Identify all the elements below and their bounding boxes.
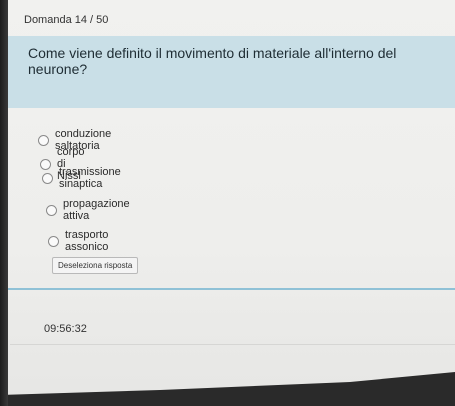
quiz-screen: Domanda 14 / 50 Come viene definito il m… (0, 0, 455, 395)
countdown-timer: 09:56:32 (44, 323, 87, 335)
option-trasporto-assonico[interactable]: trasporto assonico (48, 229, 108, 253)
footer-separator (10, 344, 455, 345)
radio-button[interactable] (48, 235, 59, 247)
question-counter: Domanda 14 / 50 (24, 14, 109, 26)
section-divider (8, 288, 455, 290)
radio-button[interactable] (46, 204, 57, 216)
option-trasmissione-sinaptica[interactable]: trasmissione sinaptica (42, 166, 121, 190)
option-propagazione-attiva[interactable]: propagazione attiva (46, 198, 130, 222)
option-label: trasmissione sinaptica (59, 166, 121, 190)
radio-button[interactable] (38, 134, 49, 146)
monitor-bezel (0, 0, 8, 406)
clear-answer-button[interactable]: Deseleziona risposta (52, 257, 139, 274)
option-label: trasporto assonico (65, 229, 109, 253)
radio-button[interactable] (42, 172, 53, 184)
question-text: Come viene definito il movimento di mate… (28, 45, 397, 77)
option-label: propagazione attiva (63, 198, 130, 222)
